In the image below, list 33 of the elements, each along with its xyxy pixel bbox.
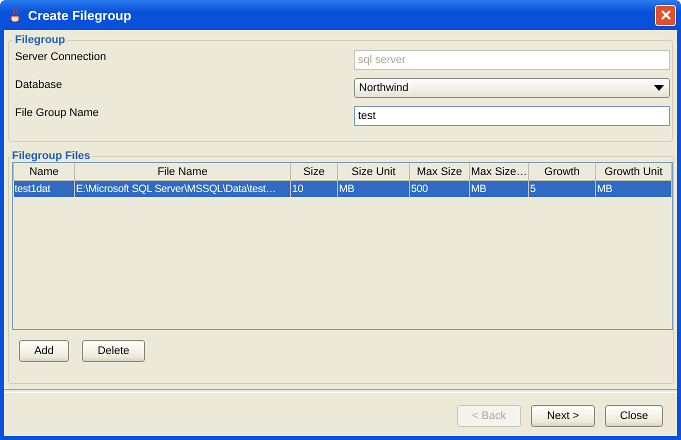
column-header[interactable]: Max Size…	[470, 163, 528, 180]
column-header[interactable]: Size	[290, 163, 338, 180]
database-dropdown[interactable]: Northwind	[354, 78, 670, 98]
column-header[interactable]: Name	[14, 163, 74, 180]
table-cell: MB	[338, 180, 410, 197]
table-cell: 10	[290, 180, 338, 197]
dropdown-arrow-icon	[654, 85, 664, 91]
column-header[interactable]: Growth	[528, 163, 596, 180]
table-cell: MB	[596, 180, 672, 197]
table-button[interactable]: Delete	[82, 340, 145, 362]
section-title: Filegroup	[14, 34, 66, 46]
section-title: Filegroup Files	[11, 150, 92, 162]
column-header[interactable]: Growth Unit	[596, 163, 672, 180]
table-cell: 5	[528, 180, 596, 197]
column-header[interactable]: Max Size	[410, 163, 470, 180]
table-cell: E:\Microsoft SQL Server\MSSQL\Data\test…	[74, 180, 290, 197]
wizard-button[interactable]: Next >	[531, 405, 595, 427]
table-row[interactable]: test1dat E:\Microsoft SQL Server\MSSQL\Data\test… 10 MB 500 MB 5 MB	[14, 180, 672, 197]
close-icon	[660, 9, 672, 21]
text-field[interactable]: test	[354, 106, 670, 126]
field-label: File Group Name	[15, 107, 99, 119]
window-title: Create Filegroup	[28, 8, 132, 22]
close-button[interactable]	[655, 4, 676, 26]
table-cell: MB	[470, 180, 528, 197]
wizard-button[interactable]: Close	[605, 405, 663, 427]
field-label: Database	[15, 79, 62, 91]
field-label: Server Connection	[15, 51, 106, 63]
column-header[interactable]: File Name	[74, 163, 290, 180]
table-cell: test1dat	[14, 180, 74, 197]
table-button[interactable]: Add	[19, 340, 69, 362]
table-cell: 500	[410, 180, 470, 197]
column-header[interactable]: Size Unit	[338, 163, 410, 180]
cup-icon	[8, 7, 22, 23]
